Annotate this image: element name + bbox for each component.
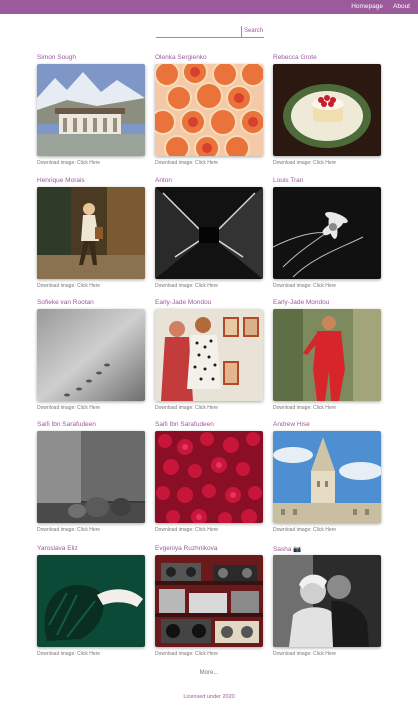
- clay-pots-image: [37, 431, 145, 523]
- download-link[interactable]: Download image: Click Here: [273, 527, 336, 533]
- photo-image[interactable]: [155, 555, 263, 647]
- woman-walking-image: [37, 187, 145, 279]
- couple-embrace-image: [273, 555, 381, 647]
- photographer-name[interactable]: Sofieke van Rootan: [37, 299, 94, 306]
- download-link[interactable]: Download image: Click Here: [273, 405, 336, 411]
- download-link[interactable]: Download image: Click Here: [155, 527, 218, 533]
- footprints-snow-image: [37, 309, 145, 401]
- download-link[interactable]: Download image: Click Here: [37, 160, 100, 166]
- photo-image[interactable]: [155, 431, 263, 523]
- download-link[interactable]: Download image: Click Here: [155, 405, 218, 411]
- photographer-name[interactable]: Yaroslava Eliz: [37, 545, 78, 552]
- search-button[interactable]: Search: [244, 28, 263, 34]
- monstera-leaf-image: [37, 555, 145, 647]
- boomboxes-shelf-image: [155, 555, 263, 647]
- search-box: Search: [156, 26, 264, 38]
- search-input[interactable]: [156, 27, 240, 37]
- download-link[interactable]: Download image: Click Here: [273, 651, 336, 657]
- photo-image[interactable]: [37, 187, 145, 279]
- castle-tower-image: [273, 431, 381, 523]
- orange-slices-image: [155, 64, 263, 156]
- top-bar: Homepage About: [0, 0, 418, 14]
- more-link[interactable]: More...: [0, 670, 418, 676]
- photographer-name[interactable]: Andrew Hise: [273, 421, 310, 428]
- download-link[interactable]: Download image: Click Here: [155, 160, 218, 166]
- download-link[interactable]: Download image: Click Here: [273, 160, 336, 166]
- mountain-bridge-image: [37, 64, 145, 156]
- download-link[interactable]: Download image: Click Here: [273, 283, 336, 289]
- footer-text: Licensed under 2020: [183, 694, 235, 700]
- photo-image[interactable]: [37, 555, 145, 647]
- photo-image[interactable]: [37, 64, 145, 156]
- red-flowers-image: [155, 431, 263, 523]
- photographer-name[interactable]: Saifi Ibn Sarafudeen: [37, 421, 96, 428]
- nav-homepage-link[interactable]: Homepage: [351, 2, 383, 12]
- download-link[interactable]: Download image: Click Here: [37, 527, 100, 533]
- photo-image[interactable]: [273, 309, 381, 401]
- photo-image[interactable]: [37, 309, 145, 401]
- dark-corridor-image: [155, 187, 263, 279]
- photographer-name[interactable]: Sasha 📷: [273, 545, 301, 553]
- red-suit-woman-image: [273, 309, 381, 401]
- photo-image[interactable]: [155, 187, 263, 279]
- cake-plate-image: [273, 64, 381, 156]
- photographer-name[interactable]: Henrique Morais: [37, 177, 85, 184]
- photographer-name[interactable]: Louis Tran: [273, 177, 303, 184]
- download-link[interactable]: Download image: Click Here: [37, 651, 100, 657]
- photographer-name[interactable]: Anton: [155, 177, 172, 184]
- photo-image[interactable]: [37, 431, 145, 523]
- flower-monochrome-image: [273, 187, 381, 279]
- download-link[interactable]: Download image: Click Here: [37, 283, 100, 289]
- nav-about-link[interactable]: About: [393, 2, 410, 12]
- photo-image[interactable]: [155, 64, 263, 156]
- photographer-name[interactable]: Early-Jade Mondou: [273, 299, 329, 306]
- photo-image[interactable]: [273, 431, 381, 523]
- photographer-name[interactable]: Early-Jade Mondou: [155, 299, 211, 306]
- photo-image[interactable]: [155, 309, 263, 401]
- download-link[interactable]: Download image: Click Here: [155, 283, 218, 289]
- search-divider: [241, 26, 242, 38]
- photo-image[interactable]: [273, 64, 381, 156]
- photographer-name[interactable]: Olenka Sergienko: [155, 54, 207, 61]
- top-nav: Homepage About: [351, 2, 410, 12]
- photographer-name[interactable]: Saifi Ibn Sarafudeen: [155, 421, 214, 428]
- photographer-name[interactable]: Evgeniya Ruzhnikova: [155, 545, 218, 552]
- download-link[interactable]: Download image: Click Here: [37, 405, 100, 411]
- polka-dot-women-image: [155, 309, 263, 401]
- photo-image[interactable]: [273, 555, 381, 647]
- photo-image[interactable]: [273, 187, 381, 279]
- photographer-name[interactable]: Rebecca Grote: [273, 54, 317, 61]
- download-link[interactable]: Download image: Click Here: [155, 651, 218, 657]
- photographer-name[interactable]: Simon Sough: [37, 54, 76, 61]
